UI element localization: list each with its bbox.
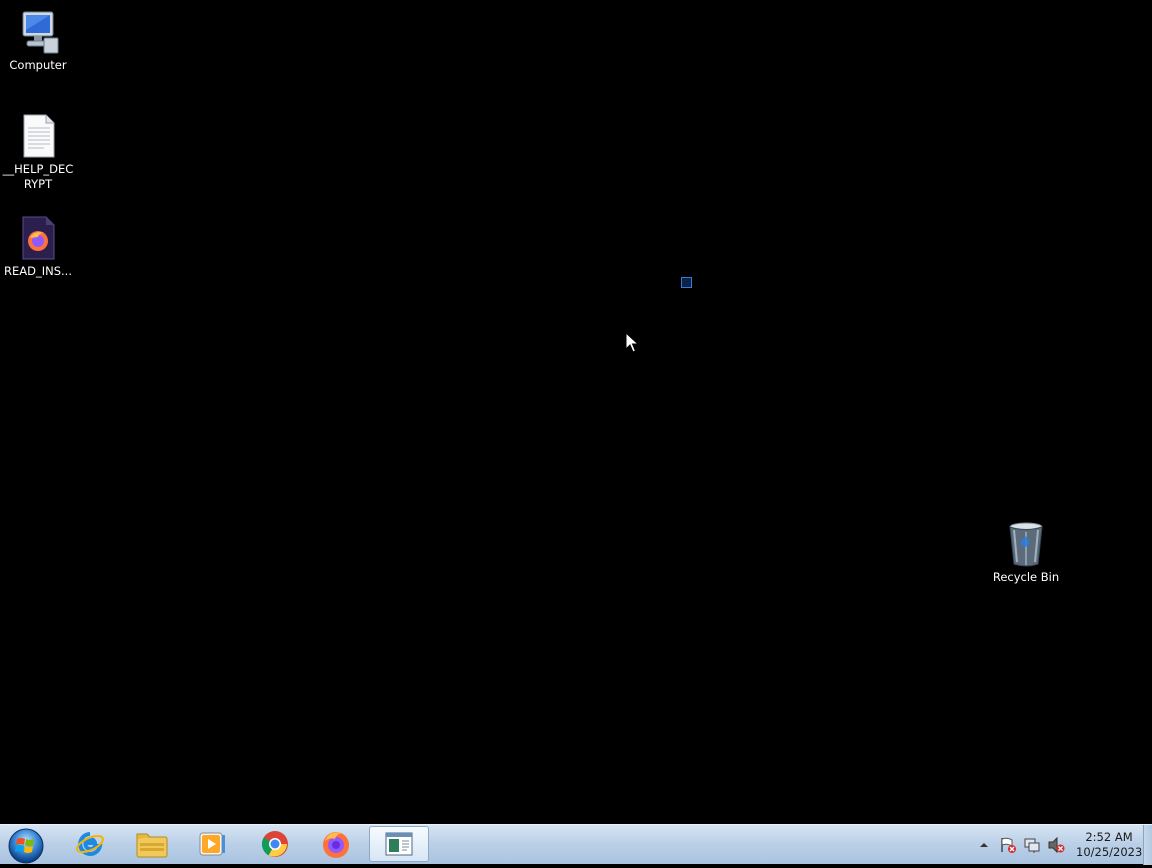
taskbar-firefox[interactable] xyxy=(308,826,364,862)
clock-date: 10/25/2023 xyxy=(1076,845,1143,859)
taskbar-internet-explorer[interactable] xyxy=(62,826,118,862)
desktop-icon-computer[interactable]: Computer xyxy=(0,8,76,73)
file-explorer-icon xyxy=(136,833,168,858)
text-file-icon xyxy=(23,114,55,158)
desktop: Computer __HELP_DECRYPT READ_INS... Recy… xyxy=(0,0,1152,824)
desktop-icon-label: READ_INS... xyxy=(4,264,72,278)
internet-explorer-icon xyxy=(76,832,104,856)
network-icon xyxy=(1024,838,1040,853)
firefox-icon xyxy=(323,832,349,858)
desktop-icon-read-instructions[interactable]: READ_INS... xyxy=(0,214,76,279)
taskbar: 2:52 AM 10/25/2023 xyxy=(0,824,1152,865)
volume-muted-icon xyxy=(1048,836,1065,854)
desktop-icon-label: Recycle Bin xyxy=(992,570,1060,584)
taskbar-file-explorer[interactable] xyxy=(124,826,180,862)
desktop-icon-help-decrypt[interactable]: __HELP_DECRYPT xyxy=(0,112,76,192)
selection-marker xyxy=(681,277,692,288)
computer-icon xyxy=(22,11,59,54)
firefox-html-file-icon xyxy=(22,216,55,260)
show-hidden-icons-button[interactable] xyxy=(975,836,993,854)
action-center-button[interactable] xyxy=(999,836,1017,854)
desktop-icon-recycle-bin[interactable]: Recycle Bin xyxy=(988,520,1064,585)
taskbar-active-window[interactable] xyxy=(369,826,429,862)
system-tray: 2:52 AM 10/25/2023 xyxy=(972,825,1142,865)
show-hidden-arrow-icon xyxy=(980,843,988,847)
notes-window-icon xyxy=(385,832,413,856)
clock-time: 2:52 AM xyxy=(1085,830,1133,844)
taskbar-clock[interactable]: 2:52 AM 10/25/2023 xyxy=(1076,830,1142,860)
mouse-cursor-icon xyxy=(625,332,639,353)
action-center-flag-icon xyxy=(1001,837,1016,853)
media-player-icon xyxy=(199,832,225,856)
show-desktop-button[interactable] xyxy=(1143,825,1152,865)
taskbar-media-player[interactable] xyxy=(184,826,240,862)
taskbar-chrome[interactable] xyxy=(247,826,303,862)
chrome-icon xyxy=(261,831,288,857)
volume-button[interactable] xyxy=(1047,836,1065,854)
recycle-bin-icon xyxy=(1009,522,1043,567)
desktop-icon-label: Computer xyxy=(9,58,67,72)
network-button[interactable] xyxy=(1023,836,1041,854)
desktop-icon-label: __HELP_DECRYPT xyxy=(2,162,74,191)
windows-orb-icon xyxy=(8,828,44,864)
start-button[interactable] xyxy=(2,826,48,864)
